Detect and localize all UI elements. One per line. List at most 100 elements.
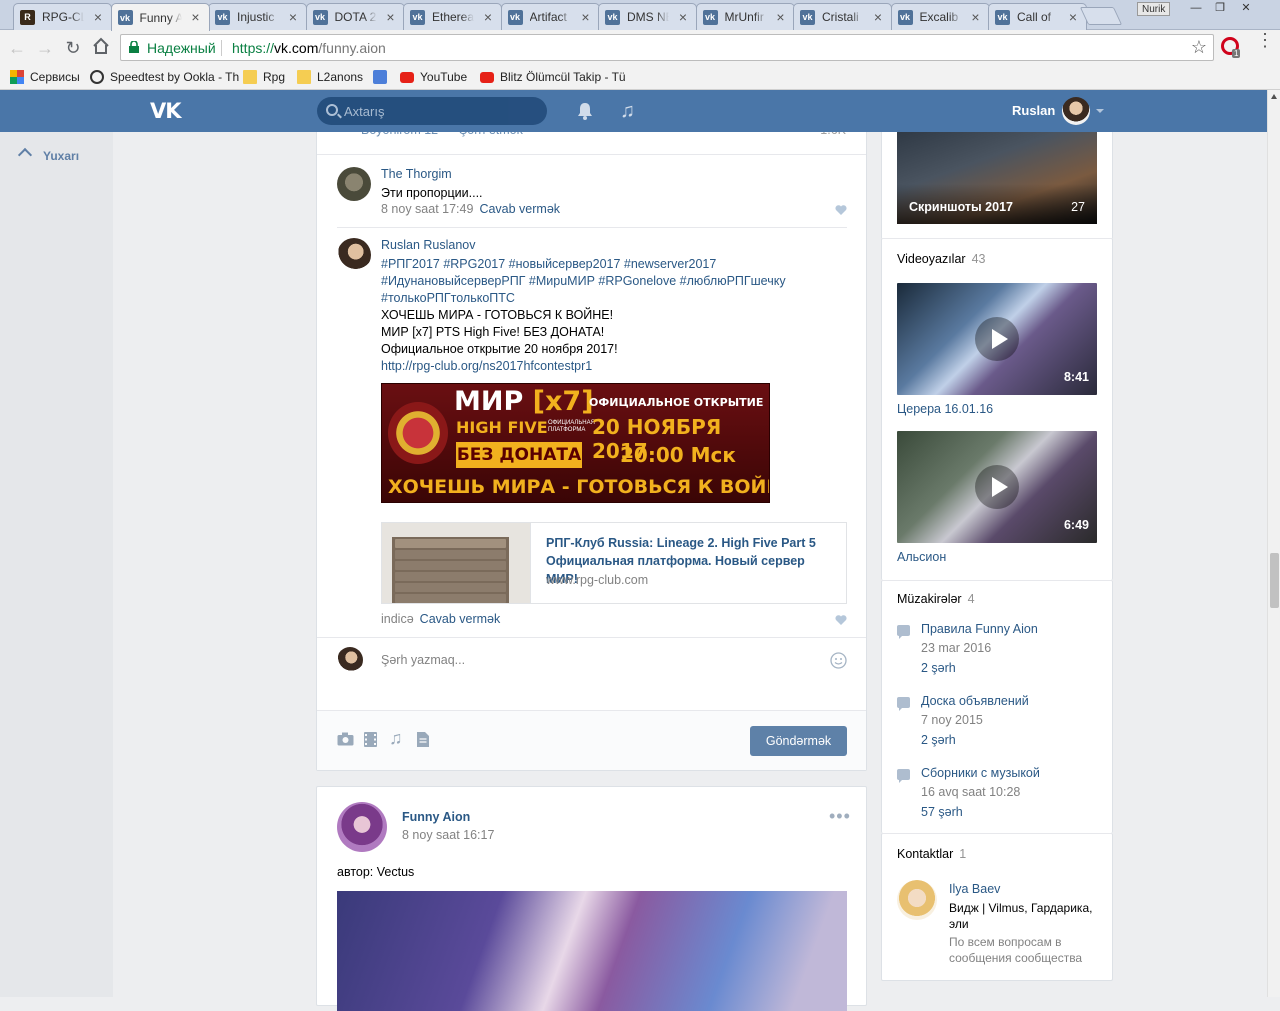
send-button[interactable]: Göndərmək bbox=[750, 726, 847, 756]
close-tab-icon[interactable]: × bbox=[191, 9, 199, 25]
back-icon[interactable]: ← bbox=[6, 37, 28, 59]
bookmark-item[interactable] bbox=[373, 68, 393, 86]
close-tab-icon[interactable]: × bbox=[386, 9, 394, 25]
scrollbar-thumb[interactable] bbox=[1270, 553, 1279, 608]
discussion-title[interactable]: Правила Funny Aion bbox=[921, 622, 1038, 636]
reload-icon[interactable]: ↻ bbox=[62, 37, 84, 59]
album-cover[interactable]: Скриншоты 2017 27 bbox=[897, 120, 1097, 224]
browser-tab[interactable]: vk Cristali × bbox=[793, 3, 892, 30]
notifications-bell-icon[interactable] bbox=[576, 101, 594, 121]
albums-block: Скриншоты 2017 27 bbox=[881, 120, 1113, 239]
chevron-down-icon[interactable] bbox=[1096, 109, 1104, 113]
hashtags-line[interactable]: #ИдунановыйсерверРПГ #МирuМИР #RPGonelov… bbox=[381, 273, 841, 290]
close-tab-icon[interactable]: × bbox=[971, 9, 979, 25]
close-tab-icon[interactable]: × bbox=[776, 9, 784, 25]
video-film-icon[interactable] bbox=[364, 732, 377, 747]
forward-icon[interactable]: → bbox=[34, 37, 56, 59]
scroll-to-top-button[interactable]: Yuxarı bbox=[0, 132, 113, 997]
restore-button[interactable]: ❐ bbox=[1208, 2, 1232, 16]
camera-icon[interactable] bbox=[337, 732, 354, 746]
contact-avatar[interactable] bbox=[897, 880, 937, 920]
search-box[interactable] bbox=[317, 97, 547, 125]
bookmark-item[interactable]: L2anons bbox=[297, 68, 363, 86]
discussion-comments[interactable]: 2 şərh bbox=[921, 733, 956, 747]
minimize-button[interactable]: — bbox=[1184, 2, 1208, 16]
document-icon[interactable] bbox=[417, 732, 429, 747]
discussion-comments[interactable]: 57 şərh bbox=[921, 805, 963, 819]
header-user-name[interactable]: Ruslan bbox=[1012, 103, 1055, 118]
hashtags-line[interactable]: #толькоРПГтолькоПТС bbox=[381, 290, 841, 307]
close-tab-icon[interactable]: × bbox=[679, 9, 687, 25]
video-thumbnail[interactable]: 6:49 bbox=[897, 431, 1097, 543]
browser-tab[interactable]: vk Call of × bbox=[988, 3, 1087, 30]
reply-link[interactable]: Cavab vermək bbox=[479, 202, 560, 216]
post-image[interactable] bbox=[337, 891, 847, 1011]
close-window-button[interactable]: ✕ bbox=[1234, 2, 1258, 16]
contact-note: По всем вопросам в сообщения сообщества bbox=[949, 935, 1083, 965]
banner-slogan: ХОЧЕШЬ МИРА - ГОТОВЬСЯ К ВОЙНЕ bbox=[388, 476, 770, 498]
browser-tab[interactable]: vk Injustic × bbox=[208, 3, 307, 30]
page-scrollbar[interactable] bbox=[1267, 90, 1280, 997]
browser-tab[interactable]: vk Etherea × bbox=[403, 3, 502, 30]
comment-date[interactable]: 8 noy saat 17:49 bbox=[381, 202, 473, 216]
browser-tab[interactable]: R RPG-CL × bbox=[13, 3, 112, 30]
new-tab-button[interactable] bbox=[1079, 7, 1123, 25]
close-tab-icon[interactable]: × bbox=[484, 9, 492, 25]
bookmark-star-icon[interactable]: ☆ bbox=[1191, 37, 1207, 58]
hashtags-line[interactable]: #РПГ2017 #RPG2017 #новыйсервер2017 #news… bbox=[381, 256, 841, 273]
video-title[interactable]: Альсион bbox=[897, 550, 946, 564]
browser-menu-icon[interactable]: ⋮ bbox=[1256, 31, 1274, 49]
browser-tab[interactable]: vk Funny A × bbox=[110, 3, 210, 31]
header-avatar[interactable] bbox=[1062, 97, 1090, 125]
contact-name[interactable]: Ilya Baev bbox=[949, 882, 1000, 896]
url-input[interactable]: Надежный https://vk.com/funny.aion ☆ bbox=[120, 34, 1214, 61]
bookmark-item[interactable]: Speedtest by Ookla - Th bbox=[90, 68, 239, 86]
bookmark-item[interactable]: Blitz Ölümcül Takip - Tü bbox=[480, 68, 626, 86]
close-tab-icon[interactable]: × bbox=[94, 9, 102, 25]
search-input[interactable] bbox=[344, 97, 534, 125]
comment-url-link[interactable]: http://rpg-club.org/ns2017hfcontestpr1 bbox=[381, 358, 841, 375]
post-author[interactable]: Funny Aion bbox=[402, 810, 470, 824]
comment-author[interactable]: Ruslan Ruslanov bbox=[381, 238, 476, 252]
bookmark-item[interactable]: YouTube bbox=[400, 68, 467, 86]
post-date[interactable]: 8 noy saat 16:17 bbox=[402, 828, 494, 842]
audio-icon[interactable]: ♫ bbox=[389, 728, 403, 749]
discussions-header[interactable]: Müzakirələr 4 bbox=[897, 592, 975, 606]
comment-avatar[interactable] bbox=[337, 167, 371, 201]
browser-tab[interactable]: vk Artifact × bbox=[500, 3, 600, 30]
discussion-title[interactable]: Сборники с музыкой bbox=[921, 766, 1040, 780]
home-icon[interactable] bbox=[90, 37, 112, 59]
browser-tab[interactable]: vk DOTA 2 × bbox=[305, 3, 405, 30]
link-preview-card[interactable]: РПГ-Клуб Russia: Lineage 2. High Five Pa… bbox=[381, 522, 847, 604]
comment-avatar[interactable] bbox=[337, 238, 371, 272]
like-heart-icon[interactable] bbox=[835, 615, 847, 626]
browser-profile[interactable]: Nurik bbox=[1137, 2, 1171, 16]
close-tab-icon[interactable]: × bbox=[874, 9, 882, 25]
bookmark-item[interactable]: Rpg bbox=[243, 68, 285, 86]
promo-banner-image[interactable]: МИР [x7] HIGH FIVE ОФИЦИАЛЬНАЯ ПЛАТФОРМА… bbox=[381, 383, 770, 503]
comment-date[interactable]: indicə bbox=[381, 612, 414, 626]
comment-input[interactable]: Şərh yazmaq... bbox=[381, 653, 465, 667]
browser-tab[interactable]: vk MrUnfir × bbox=[695, 3, 795, 30]
close-tab-icon[interactable]: × bbox=[1069, 9, 1077, 25]
videos-header[interactable]: Videoyazılar 43 bbox=[897, 252, 985, 266]
discussion-comments[interactable]: 2 şərh bbox=[921, 661, 956, 675]
browser-tab[interactable]: vk DMS NE × bbox=[598, 3, 697, 30]
like-heart-icon[interactable] bbox=[835, 205, 847, 216]
browser-tab[interactable]: vk Excalib × bbox=[890, 3, 990, 30]
music-icon[interactable]: ♫ bbox=[620, 100, 635, 123]
discussion-title[interactable]: Доска объявлений bbox=[921, 694, 1029, 708]
banner-time: 20:00 Мск bbox=[620, 443, 736, 467]
more-options-icon[interactable]: ••• bbox=[829, 807, 851, 825]
video-thumbnail[interactable]: 8:41 bbox=[897, 283, 1097, 395]
emoji-icon[interactable] bbox=[830, 652, 847, 669]
reply-link[interactable]: Cavab vermək bbox=[420, 612, 501, 626]
post-author-avatar[interactable] bbox=[337, 802, 387, 852]
video-title[interactable]: Церера 16.01.16 bbox=[897, 402, 993, 416]
vk-logo-icon[interactable]: VK bbox=[150, 99, 182, 123]
close-tab-icon[interactable]: × bbox=[289, 9, 297, 25]
contacts-header[interactable]: Kontaktlar 1 bbox=[897, 847, 966, 861]
comment-author[interactable]: The Thorgim bbox=[381, 167, 452, 181]
bookmark-item[interactable]: Сервисы bbox=[10, 68, 80, 86]
close-tab-icon[interactable]: × bbox=[581, 9, 589, 25]
